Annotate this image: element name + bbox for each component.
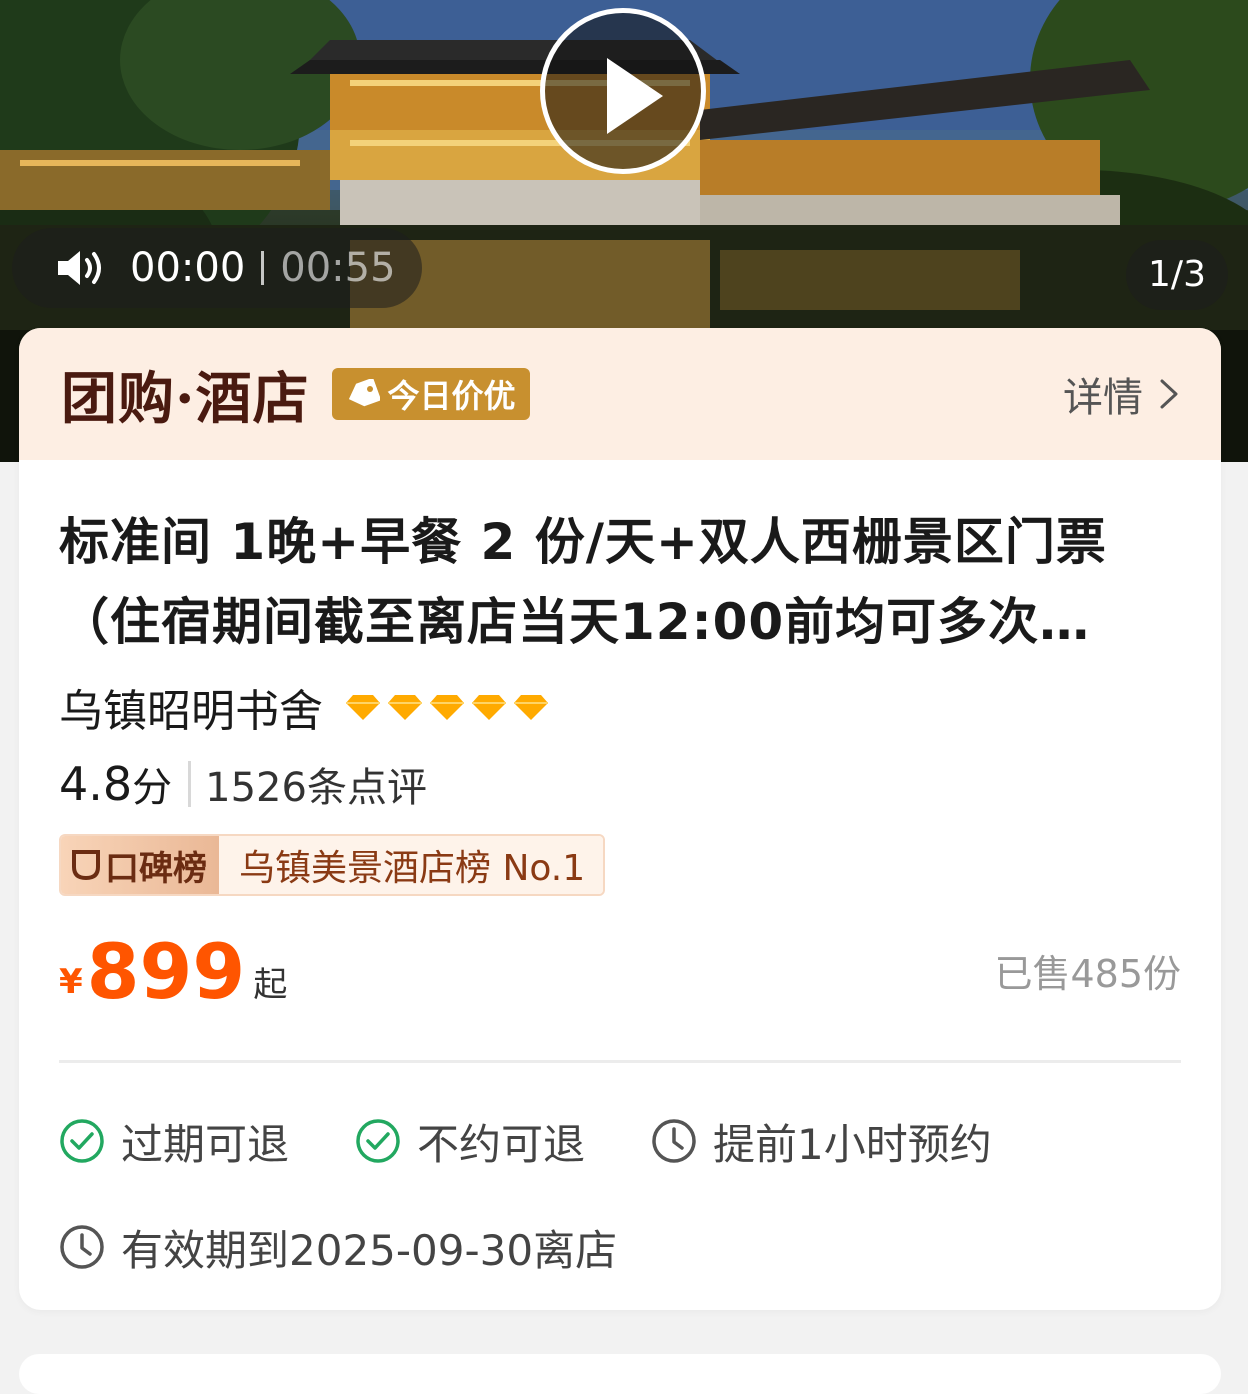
policy-label: 过期可退 bbox=[121, 1119, 290, 1169]
deal-card: 团购·酒店 今日价优 详情 标准间 1晚+早餐 2 份/天+双人西栅景区门票（住… bbox=[19, 328, 1221, 1310]
diamond-icon bbox=[472, 695, 506, 720]
clock-icon bbox=[652, 1119, 696, 1163]
validity-label: 有效期到2025-09-30离店 bbox=[121, 1225, 618, 1275]
deal-badge-label: 今日价优 bbox=[387, 377, 516, 415]
brand-title: 团购·酒店 bbox=[61, 365, 310, 432]
play-button[interactable] bbox=[540, 8, 706, 174]
price-row: ¥ 899 起 已售485份 bbox=[59, 932, 1181, 1012]
next-card-edge bbox=[19, 1354, 1221, 1394]
rating-row[interactable]: 4.8 分 1526条点评 bbox=[59, 748, 1181, 820]
product-title[interactable]: 标准间 1晚+早餐 2 份/天+双人西栅景区门票（住宿期间截至离店当天12:00… bbox=[59, 502, 1149, 662]
validity-row: 有效期到2025-09-30离店 bbox=[59, 1217, 1181, 1277]
details-label: 详情 bbox=[1063, 375, 1143, 421]
score-value: 4.8 bbox=[59, 757, 133, 811]
clock-icon bbox=[60, 1225, 104, 1269]
video-controls: 00:00 00:55 bbox=[12, 228, 422, 308]
section-divider bbox=[59, 1060, 1181, 1063]
diamond-icon bbox=[514, 695, 548, 720]
details-link[interactable]: 详情 bbox=[1063, 365, 1181, 423]
policy-label: 提前1小时预约 bbox=[713, 1119, 992, 1169]
diamond-icon bbox=[430, 695, 464, 720]
price-suffix: 起 bbox=[253, 965, 288, 1005]
rating-divider bbox=[188, 761, 192, 807]
total-time: 00:55 bbox=[280, 245, 396, 291]
current-time: 00:00 bbox=[130, 245, 246, 291]
ranking-tag[interactable]: 口碑榜 乌镇美景酒店榜 No.1 bbox=[59, 834, 606, 896]
card-body: 标准间 1晚+早餐 2 份/天+双人西栅景区门票（住宿期间截至离店当天12:00… bbox=[19, 460, 1221, 1277]
price-currency: ¥ bbox=[59, 962, 83, 1002]
ranking-text: 乌镇美景酒店榜 No.1 bbox=[219, 836, 604, 894]
check-circle-icon bbox=[356, 1119, 400, 1163]
price-value: 899 bbox=[86, 927, 246, 1016]
play-icon bbox=[607, 58, 663, 134]
deal-badge: 今日价优 bbox=[331, 368, 530, 420]
time-separator bbox=[261, 251, 265, 285]
chevron-right-icon bbox=[1160, 379, 1178, 409]
ranking-badge: 口碑榜 bbox=[61, 836, 219, 894]
policy-row: 过期可退 不约可退 提前1小时预约 bbox=[59, 1111, 1181, 1171]
hotel-row[interactable]: 乌镇昭明书舍 bbox=[59, 672, 1181, 742]
policy-refund-expired: 过期可退 bbox=[59, 1111, 289, 1172]
card-header: 团购·酒店 今日价优 详情 bbox=[19, 328, 1221, 460]
score-unit: 分 bbox=[132, 765, 173, 811]
diamond-icon bbox=[388, 695, 422, 720]
diamond-icon bbox=[346, 695, 380, 720]
diamond-rating bbox=[345, 693, 549, 721]
ranking-badge-label: 口碑榜 bbox=[105, 848, 207, 889]
review-count: 1526条点评 bbox=[205, 765, 427, 811]
cup-icon bbox=[72, 850, 100, 881]
sold-count: 已售485份 bbox=[994, 952, 1181, 996]
policy-label: 不约可退 bbox=[417, 1119, 586, 1169]
speaker-icon[interactable] bbox=[56, 248, 108, 288]
check-circle-icon bbox=[60, 1119, 104, 1163]
policy-refund-unbooked: 不约可退 bbox=[355, 1111, 585, 1172]
hotel-name: 乌镇昭明书舍 bbox=[59, 686, 323, 737]
media-counter: 1/3 bbox=[1126, 240, 1228, 310]
tag-icon bbox=[348, 379, 380, 407]
policy-advance-booking: 提前1小时预约 bbox=[651, 1111, 992, 1172]
